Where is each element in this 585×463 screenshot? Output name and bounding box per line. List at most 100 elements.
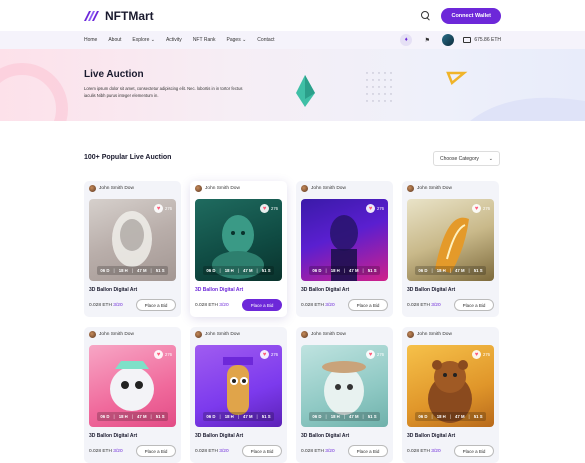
timer-segment: 18 H bbox=[118, 268, 128, 273]
search-icon[interactable] bbox=[421, 11, 431, 21]
price-value: 0.028 ETH bbox=[195, 449, 218, 454]
auction-card[interactable]: John Smith Dow ♥ 276 06 D | 18 H | 47 M | 51 S 3D … bbox=[296, 181, 393, 317]
timer-segment: 51 S bbox=[155, 268, 165, 273]
author-name: John Smith Dow bbox=[311, 186, 346, 191]
card-author[interactable]: John Smith Dow bbox=[195, 331, 240, 338]
auction-card[interactable]: John Smith Dow ♥ 276 06 D | 18 H | 47 M | 51 S 3D … bbox=[402, 327, 499, 463]
auction-card[interactable]: John Smith Dow ♥ 276 06 D | 18 H | 47 M | 51 S 3D … bbox=[190, 327, 287, 463]
card-title[interactable]: 3D Ballon Digital Art bbox=[89, 287, 137, 293]
place-bid-button[interactable]: Place a Bid bbox=[348, 445, 388, 457]
timer-segment: 51 S bbox=[367, 268, 377, 273]
category-select-label: Choose Category bbox=[440, 155, 479, 162]
nav-explore-label: Explore bbox=[132, 37, 150, 43]
author-name: John Smith Dow bbox=[417, 332, 452, 337]
nft-image[interactable]: ♥ 276 06 D | 18 H | 47 M | 51 S bbox=[195, 345, 282, 427]
author-name: John Smith Dow bbox=[205, 186, 240, 191]
author-avatar bbox=[89, 331, 96, 338]
place-bid-button[interactable]: Place a Bid bbox=[242, 299, 282, 311]
card-price: 0.028 ETH 3/20 bbox=[89, 303, 123, 308]
card-author[interactable]: John Smith Dow bbox=[89, 331, 134, 338]
card-author[interactable]: John Smith Dow bbox=[301, 331, 346, 338]
brand-name: NFTMart bbox=[105, 9, 154, 23]
like-button[interactable]: ♥ 276 bbox=[366, 204, 384, 213]
timer-separator: | bbox=[362, 268, 364, 273]
card-title[interactable]: 3D Ballon Digital Art bbox=[301, 433, 349, 439]
nft-image[interactable]: ♥ 276 06 D | 18 H | 47 M | 51 S bbox=[407, 345, 494, 427]
avatar[interactable] bbox=[442, 34, 455, 46]
place-bid-button[interactable]: Place a Bid bbox=[242, 445, 282, 457]
nav-about[interactable]: About bbox=[108, 37, 121, 43]
logo[interactable]: NFTMart bbox=[84, 9, 154, 23]
auction-card[interactable]: John Smith Dow ♥ 276 06 D | 18 H | 47 M | 51 S 3D … bbox=[84, 327, 181, 463]
author-avatar bbox=[301, 185, 308, 192]
like-button[interactable]: ♥ 276 bbox=[366, 350, 384, 359]
card-title[interactable]: 3D Ballon Digital Art bbox=[407, 433, 455, 439]
timer-segment: 47 M bbox=[136, 414, 147, 419]
nft-image[interactable]: ♥ 276 06 D | 18 H | 47 M | 51 S bbox=[407, 199, 494, 281]
place-bid-button[interactable]: Place a Bid bbox=[454, 299, 494, 311]
wallet-balance[interactable]: 675.86 ETH bbox=[463, 37, 501, 43]
timer-segment: 06 D bbox=[206, 268, 216, 273]
card-title[interactable]: 3D Ballon Digital Art bbox=[195, 287, 243, 293]
like-button[interactable]: ♥ 276 bbox=[154, 350, 172, 359]
card-author[interactable]: John Smith Dow bbox=[301, 185, 346, 192]
card-title[interactable]: 3D Ballon Digital Art bbox=[89, 433, 137, 439]
cart-icon[interactable]: ⚑ bbox=[421, 34, 433, 46]
card-title[interactable]: 3D Ballon Digital Art bbox=[301, 287, 349, 293]
heart-icon: ♥ bbox=[472, 204, 481, 213]
timer-separator: | bbox=[449, 268, 451, 273]
auction-card[interactable]: John Smith Dow ♥ 276 06 D | 18 H | 47 M | 51 S 3D … bbox=[296, 327, 393, 463]
timer-segment: 06 D bbox=[206, 414, 216, 419]
nft-image[interactable]: ♥ 276 06 D | 18 H | 47 M | 51 S bbox=[89, 199, 176, 281]
card-author[interactable]: John Smith Dow bbox=[407, 331, 452, 338]
auction-card[interactable]: John Smith Dow ♥ 276 06 D | 18 H | 47 M | 51 S 3D … bbox=[84, 181, 181, 317]
timer-separator: | bbox=[131, 414, 133, 419]
card-author[interactable]: John Smith Dow bbox=[407, 185, 452, 192]
timer-separator: | bbox=[325, 414, 327, 419]
card-author[interactable]: John Smith Dow bbox=[89, 185, 134, 192]
card-author[interactable]: John Smith Dow bbox=[195, 185, 240, 192]
like-button[interactable]: ♥ 276 bbox=[260, 204, 278, 213]
section-title: 100+ Popular Live Auction bbox=[84, 154, 172, 161]
place-bid-button[interactable]: Place a Bid bbox=[136, 445, 176, 457]
hero-banner: Live Auction Lorem ipsum dolor sit amet,… bbox=[0, 49, 585, 121]
like-button[interactable]: ♥ 276 bbox=[154, 204, 172, 213]
nav-contact[interactable]: Contact bbox=[257, 37, 274, 43]
nft-image[interactable]: ♥ 276 06 D | 18 H | 47 M | 51 S bbox=[89, 345, 176, 427]
countdown-timer: 06 D | 18 H | 47 M | 51 S bbox=[97, 412, 168, 421]
bell-icon[interactable]: ♦ bbox=[400, 34, 413, 46]
like-button[interactable]: ♥ 276 bbox=[472, 350, 490, 359]
author-avatar bbox=[195, 185, 202, 192]
place-bid-button[interactable]: Place a Bid bbox=[348, 299, 388, 311]
hero-decoration bbox=[0, 63, 585, 121]
connect-wallet-button[interactable]: Connect Wallet bbox=[441, 8, 501, 24]
like-button[interactable]: ♥ 276 bbox=[260, 350, 278, 359]
nav-explore[interactable]: Explore ⌄ bbox=[132, 37, 155, 43]
nav-nft-rank[interactable]: NFT Rank bbox=[193, 37, 216, 43]
place-bid-button[interactable]: Place a Bid bbox=[136, 299, 176, 311]
place-bid-button[interactable]: Place a Bid bbox=[454, 445, 494, 457]
auction-card[interactable]: John Smith Dow ♥ 276 06 D | 18 H | 47 M | 51 S 3D … bbox=[402, 181, 499, 317]
nft-image[interactable]: ♥ 276 06 D | 18 H | 47 M | 51 S bbox=[195, 199, 282, 281]
category-select[interactable]: Choose Category ⌄ bbox=[433, 151, 500, 166]
timer-separator: | bbox=[150, 414, 152, 419]
timer-segment: 18 H bbox=[224, 268, 234, 273]
timer-segment: 18 H bbox=[118, 414, 128, 419]
timer-separator: | bbox=[362, 414, 364, 419]
like-button[interactable]: ♥ 276 bbox=[472, 204, 490, 213]
card-title[interactable]: 3D Ballon Digital Art bbox=[407, 287, 455, 293]
auction-card[interactable]: John Smith Dow ♥ 276 06 D | 18 H | 47 M | 51 S 3D … bbox=[190, 181, 287, 317]
nav-activity[interactable]: Activity bbox=[166, 37, 182, 43]
edition-count: 3/20 bbox=[431, 449, 441, 454]
nft-image[interactable]: ♥ 276 06 D | 18 H | 47 M | 51 S bbox=[301, 199, 388, 281]
author-avatar bbox=[301, 331, 308, 338]
edition-count: 3/20 bbox=[219, 303, 229, 308]
countdown-timer: 06 D | 18 H | 47 M | 51 S bbox=[415, 266, 486, 275]
nav-home[interactable]: Home bbox=[84, 37, 97, 43]
timer-segment: 06 D bbox=[418, 414, 428, 419]
countdown-timer: 06 D | 18 H | 47 M | 51 S bbox=[203, 412, 274, 421]
nft-image[interactable]: ♥ 276 06 D | 18 H | 47 M | 51 S bbox=[301, 345, 388, 427]
card-title[interactable]: 3D Ballon Digital Art bbox=[195, 433, 243, 439]
timer-segment: 18 H bbox=[436, 414, 446, 419]
nav-pages[interactable]: Pages ⌄ bbox=[227, 37, 247, 43]
